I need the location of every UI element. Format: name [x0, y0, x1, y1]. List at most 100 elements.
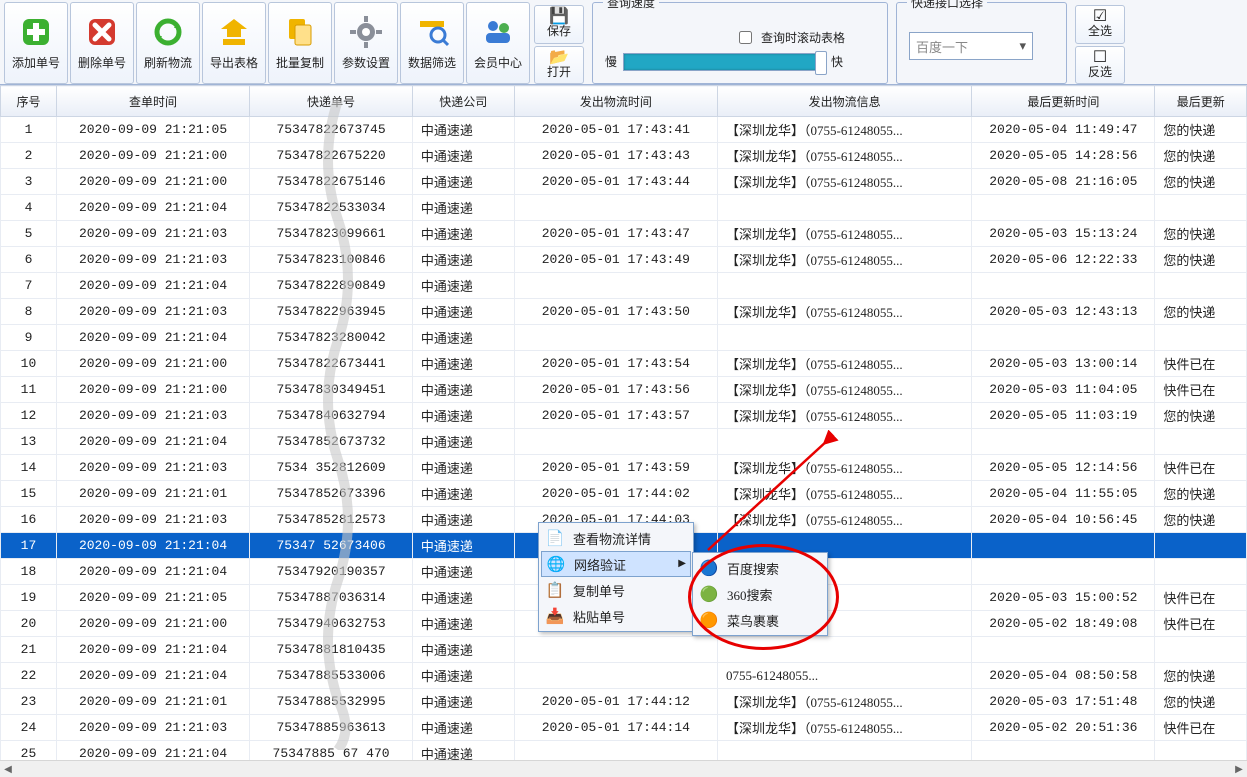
- cell-comp[interactable]: 中通速递: [412, 637, 514, 663]
- gear-button[interactable]: 参数设置: [334, 2, 398, 84]
- cell-upd[interactable]: [972, 429, 1155, 455]
- table-header-row[interactable]: 序号 查单时间 快递单号 快递公司 发出物流时间 发出物流信息 最后更新时间 最…: [1, 86, 1247, 117]
- cell-upd[interactable]: 2020-05-03 17:51:48: [972, 689, 1155, 715]
- scroll-track[interactable]: [16, 761, 1231, 777]
- cell-track[interactable]: 75347920190357: [250, 559, 413, 585]
- cell-info[interactable]: 【深圳龙华】（0755-61248055...: [718, 221, 972, 247]
- col-qtime[interactable]: 查单时间: [56, 86, 249, 117]
- cell-upd[interactable]: 2020-05-04 10:56:45: [972, 507, 1155, 533]
- cell-msg[interactable]: 您的快递: [1155, 143, 1247, 169]
- cell-seq[interactable]: 3: [1, 169, 57, 195]
- cell-send[interactable]: 2020-05-01 17:43:50: [514, 299, 717, 325]
- cell-info[interactable]: 【深圳龙华】（0755-61248055...: [718, 299, 972, 325]
- cell-comp[interactable]: 中通速递: [412, 377, 514, 403]
- cell-track[interactable]: 75347823280042: [250, 325, 413, 351]
- table-row[interactable]: 12020-09-09 21:21:0575347822673745中通速递20…: [1, 117, 1247, 143]
- cell-comp[interactable]: 中通速递: [412, 663, 514, 689]
- cell-msg[interactable]: 快件已在: [1155, 377, 1247, 403]
- table-row[interactable]: 22020-09-09 21:21:0075347822675220中通速递20…: [1, 143, 1247, 169]
- cell-msg[interactable]: 您的快递: [1155, 169, 1247, 195]
- cell-track[interactable]: 75347885963613: [250, 715, 413, 741]
- cell-info[interactable]: 【深圳龙华】（0755-61248055...: [718, 455, 972, 481]
- cell-info[interactable]: [718, 637, 972, 663]
- cell-qtime[interactable]: 2020-09-09 21:21:00: [56, 351, 249, 377]
- cell-msg[interactable]: 您的快递: [1155, 689, 1247, 715]
- cell-send[interactable]: 2020-05-01 17:43:44: [514, 169, 717, 195]
- cell-upd[interactable]: 2020-05-02 18:49:08: [972, 611, 1155, 637]
- cell-upd[interactable]: [972, 195, 1155, 221]
- cell-send[interactable]: 2020-05-01 17:43:56: [514, 377, 717, 403]
- cell-upd[interactable]: [972, 637, 1155, 663]
- cell-comp[interactable]: 中通速递: [412, 689, 514, 715]
- cell-comp[interactable]: 中通速递: [412, 455, 514, 481]
- cell-qtime[interactable]: 2020-09-09 21:21:04: [56, 325, 249, 351]
- cell-info[interactable]: 【深圳龙华】（0755-61248055...: [718, 377, 972, 403]
- cell-track[interactable]: 75347887036314: [250, 585, 413, 611]
- cell-info[interactable]: 【深圳龙华】（0755-61248055...: [718, 715, 972, 741]
- cell-send[interactable]: 2020-05-01 17:43:57: [514, 403, 717, 429]
- cell-track[interactable]: 75347852673732: [250, 429, 413, 455]
- table-row[interactable]: 212020-09-09 21:21:0475347881810435中通速递: [1, 637, 1247, 663]
- cell-qtime[interactable]: 2020-09-09 21:21:04: [56, 273, 249, 299]
- cell-seq[interactable]: 8: [1, 299, 57, 325]
- cell-upd[interactable]: 2020-05-03 13:00:14: [972, 351, 1155, 377]
- cell-qtime[interactable]: 2020-09-09 21:21:05: [56, 117, 249, 143]
- plus-button[interactable]: 添加单号: [4, 2, 68, 84]
- cell-seq[interactable]: 16: [1, 507, 57, 533]
- cell-track[interactable]: 75347852673396: [250, 481, 413, 507]
- cell-msg[interactable]: 您的快递: [1155, 481, 1247, 507]
- table-row[interactable]: 232020-09-09 21:21:0175347885532995中通速递2…: [1, 689, 1247, 715]
- cell-seq[interactable]: 5: [1, 221, 57, 247]
- cell-track[interactable]: 75347885532995: [250, 689, 413, 715]
- filter-button[interactable]: 数据筛选: [400, 2, 464, 84]
- cell-comp[interactable]: 中通速递: [412, 533, 514, 559]
- cell-upd[interactable]: 2020-05-04 11:55:05: [972, 481, 1155, 507]
- cell-upd[interactable]: 2020-05-08 21:16:05: [972, 169, 1155, 195]
- cell-msg[interactable]: [1155, 637, 1247, 663]
- col-comp[interactable]: 快递公司: [412, 86, 514, 117]
- cell-seq[interactable]: 24: [1, 715, 57, 741]
- cell-qtime[interactable]: 2020-09-09 21:21:03: [56, 299, 249, 325]
- cell-track[interactable]: 75347885 67 470: [250, 741, 413, 762]
- cell-track[interactable]: 7534 352812609: [250, 455, 413, 481]
- cell-upd[interactable]: 2020-05-03 11:04:05: [972, 377, 1155, 403]
- col-send[interactable]: 发出物流时间: [514, 86, 717, 117]
- table-row[interactable]: 62020-09-09 21:21:0375347823100846中通速递20…: [1, 247, 1247, 273]
- invert-select-button[interactable]: ☐ 反选: [1075, 46, 1125, 85]
- select-all-button[interactable]: ☑ 全选: [1075, 5, 1125, 44]
- interface-select[interactable]: 百度一下 ▾: [909, 32, 1033, 60]
- cell-send[interactable]: 2020-05-01 17:43:43: [514, 143, 717, 169]
- refresh-button[interactable]: 刷新物流: [136, 2, 200, 84]
- cell-track[interactable]: 75347852812573: [250, 507, 413, 533]
- cell-info[interactable]: 【深圳龙华】（0755-61248055...: [718, 169, 972, 195]
- cell-qtime[interactable]: 2020-09-09 21:21:04: [56, 637, 249, 663]
- menu-item[interactable]: 📄查看物流详情: [541, 525, 691, 551]
- cell-seq[interactable]: 14: [1, 455, 57, 481]
- cell-msg[interactable]: [1155, 533, 1247, 559]
- table-row[interactable]: 142020-09-09 21:21:037534 352812609中通速递2…: [1, 455, 1247, 481]
- cell-comp[interactable]: 中通速递: [412, 403, 514, 429]
- cell-msg[interactable]: 您的快递: [1155, 663, 1247, 689]
- scroll-right-icon[interactable]: ▶: [1231, 761, 1247, 777]
- scroll-on-query-input[interactable]: [739, 31, 752, 44]
- cell-seq[interactable]: 1: [1, 117, 57, 143]
- cell-msg[interactable]: [1155, 325, 1247, 351]
- cell-msg[interactable]: 快件已在: [1155, 715, 1247, 741]
- cell-track[interactable]: 75347830349451: [250, 377, 413, 403]
- cell-upd[interactable]: [972, 325, 1155, 351]
- cell-msg[interactable]: [1155, 195, 1247, 221]
- cell-send[interactable]: [514, 741, 717, 762]
- table-row[interactable]: 242020-09-09 21:21:0375347885963613中通速递2…: [1, 715, 1247, 741]
- cell-seq[interactable]: 18: [1, 559, 57, 585]
- cell-track[interactable]: 75347822675220: [250, 143, 413, 169]
- cell-send[interactable]: 2020-05-01 17:43:49: [514, 247, 717, 273]
- table-row[interactable]: 132020-09-09 21:21:0475347852673732中通速递: [1, 429, 1247, 455]
- cell-track[interactable]: 75347822533034: [250, 195, 413, 221]
- copy-button[interactable]: 批量复制: [268, 2, 332, 84]
- cell-comp[interactable]: 中通速递: [412, 273, 514, 299]
- cell-seq[interactable]: 15: [1, 481, 57, 507]
- cell-msg[interactable]: 快件已在: [1155, 611, 1247, 637]
- context-menu[interactable]: 📄查看物流详情🌐网络验证▶📋复制单号📥粘贴单号: [538, 522, 694, 632]
- menu-item[interactable]: 📥粘贴单号: [541, 603, 691, 629]
- cell-seq[interactable]: 23: [1, 689, 57, 715]
